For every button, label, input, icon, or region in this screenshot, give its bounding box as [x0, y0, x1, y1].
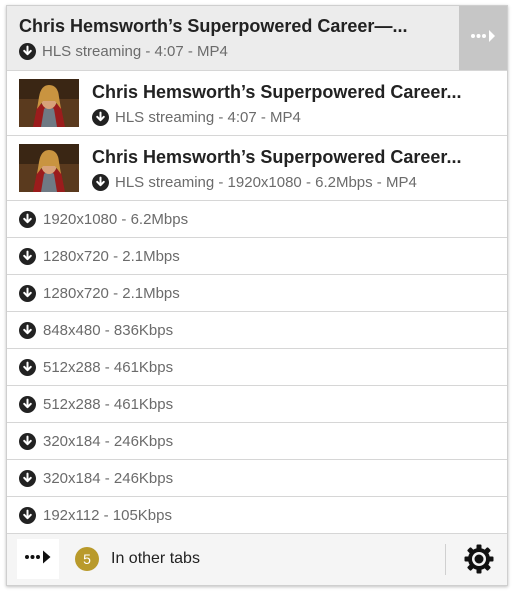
video-thumbnail: [19, 79, 79, 127]
variant-label: 320x184 - 246Kbps: [43, 469, 174, 487]
variant-label: 1280x720 - 2.1Mbps: [43, 284, 180, 302]
item-subtitle: HLS streaming - 1920x1080 - 6.2Mbps - MP…: [115, 174, 417, 191]
download-icon: [92, 109, 109, 126]
download-panel: Chris Hemsworth’s Superpowered Career—..…: [6, 5, 508, 586]
list-item-variant[interactable]: 192x112 - 105Kbps: [7, 497, 507, 534]
variant-label: 320x184 - 246Kbps: [43, 432, 174, 450]
download-icon: [19, 210, 36, 228]
item-subtitle-row: HLS streaming - 4:07 - MP4: [92, 109, 301, 126]
item-title: Chris Hemsworth’s Superpowered Career...: [92, 82, 462, 102]
other-tabs-link[interactable]: In other tabs: [111, 550, 200, 568]
panel-footer: 5 In other tabs: [7, 534, 507, 585]
list-item-variant[interactable]: 320x184 - 246Kbps: [7, 423, 507, 460]
download-icon: [19, 247, 36, 265]
variant-label: 192x112 - 105Kbps: [43, 506, 172, 524]
variant-label: 848x480 - 836Kbps: [43, 321, 174, 339]
current-video-header[interactable]: Chris Hemsworth’s Superpowered Career—..…: [7, 6, 507, 71]
list-item-video[interactable]: Chris Hemsworth’s Superpowered Career...…: [7, 136, 507, 201]
item-subtitle-row: HLS streaming - 1920x1080 - 6.2Mbps - MP…: [92, 174, 417, 191]
download-icon: [19, 506, 36, 524]
more-arrow-icon: [470, 28, 496, 49]
more-menu-button[interactable]: [17, 539, 59, 579]
gear-icon: [463, 544, 495, 579]
download-icon: [19, 43, 36, 60]
download-icon: [19, 321, 36, 339]
download-icon: [19, 395, 36, 413]
item-subtitle: HLS streaming - 4:07 - MP4: [115, 109, 301, 126]
header-subtitle: HLS streaming - 4:07 - MP4: [42, 43, 228, 60]
list-item-variant[interactable]: 320x184 - 246Kbps: [7, 460, 507, 497]
variant-label: 1280x720 - 2.1Mbps: [43, 247, 180, 265]
other-tabs-count-badge[interactable]: 5: [75, 547, 99, 571]
list-item-variant[interactable]: 512x288 - 461Kbps: [7, 386, 507, 423]
download-icon: [19, 469, 36, 487]
footer-divider: [445, 544, 446, 575]
list-item-variant[interactable]: 1280x720 - 2.1Mbps: [7, 275, 507, 312]
list-item-variant[interactable]: 1280x720 - 2.1Mbps: [7, 238, 507, 275]
variant-label: 512x288 - 461Kbps: [43, 358, 174, 376]
list-item-variant[interactable]: 848x480 - 836Kbps: [7, 312, 507, 349]
item-title: Chris Hemsworth’s Superpowered Career...: [92, 147, 462, 167]
settings-button[interactable]: [463, 543, 495, 575]
header-subtitle-row: HLS streaming - 4:07 - MP4: [19, 43, 228, 60]
list-item-variant[interactable]: 1920x1080 - 6.2Mbps: [7, 201, 507, 238]
more-arrow-icon: [24, 549, 52, 570]
list-item-video[interactable]: Chris Hemsworth’s Superpowered Career...…: [7, 71, 507, 136]
download-icon: [19, 358, 36, 376]
video-thumbnail: [19, 144, 79, 192]
header-title: Chris Hemsworth’s Superpowered Career—..…: [19, 16, 408, 36]
download-icon: [92, 174, 109, 191]
variant-label: 1920x1080 - 6.2Mbps: [43, 210, 189, 228]
download-icon: [19, 432, 36, 450]
download-icon: [19, 284, 36, 302]
list-item-variant[interactable]: 512x288 - 461Kbps: [7, 349, 507, 386]
variant-label: 512x288 - 461Kbps: [43, 395, 174, 413]
more-actions-button[interactable]: [459, 6, 507, 70]
